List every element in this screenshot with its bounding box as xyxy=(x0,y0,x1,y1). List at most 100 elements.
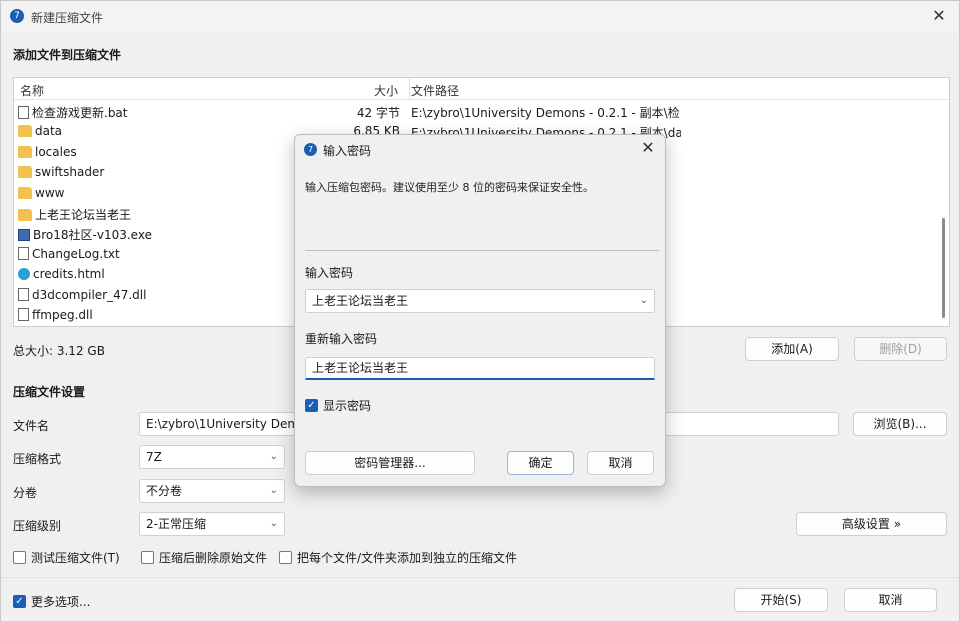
checkmark-icon: ✓ xyxy=(305,399,318,412)
folder-icon xyxy=(18,145,32,158)
reenter-label: 重新输入密码 xyxy=(305,332,378,346)
file-name: 检查游戏更新.bat xyxy=(18,104,128,121)
level-value: 2-正常压缩 xyxy=(146,517,206,531)
password-combo[interactable]: 上老王论坛当老王 ⌄ xyxy=(305,289,655,313)
dialog-title: 输入密码 xyxy=(323,144,372,158)
password-value: 上老王论坛当老王 xyxy=(312,294,409,308)
split-select[interactable]: 不分卷 ⌄ xyxy=(139,479,285,503)
column-size[interactable]: 大小 xyxy=(374,82,398,99)
separate-archives-label: 把每个文件/文件夹添加到独立的压缩文件 xyxy=(297,551,518,565)
column-path[interactable]: 文件路径 xyxy=(411,82,459,99)
dialog-description: 输入压缩包密码。建议使用至少 8 位的密码来保证安全性。 xyxy=(305,181,594,194)
delete-source-checkbox[interactable]: 压缩后删除原始文件 xyxy=(141,549,267,566)
file-name-text: 检查游戏更新.bat xyxy=(32,106,128,120)
divider xyxy=(305,250,659,251)
close-icon[interactable]: ✕ xyxy=(639,138,657,157)
test-archive-checkbox[interactable]: 测试压缩文件(T) xyxy=(13,549,120,566)
delete-source-label: 压缩后删除原始文件 xyxy=(159,551,268,565)
ok-button[interactable]: 确定 xyxy=(507,451,574,475)
folder-icon xyxy=(18,166,32,179)
split-value: 不分卷 xyxy=(146,484,183,498)
cancel-button[interactable]: 取消 xyxy=(844,588,937,612)
filename-label: 文件名 xyxy=(13,419,50,433)
file-icon xyxy=(18,308,29,321)
checkbox-icon xyxy=(13,551,26,564)
test-archive-label: 测试压缩文件(T) xyxy=(31,551,120,565)
chevron-down-icon: ⌄ xyxy=(269,451,278,462)
more-options-checkbox[interactable]: ✓ 更多选项... xyxy=(13,593,90,610)
file-name: swiftshader xyxy=(18,165,104,179)
file-name-text: ffmpeg.dll xyxy=(32,308,93,322)
file-icon xyxy=(18,106,29,119)
file-name-text: swiftshader xyxy=(35,165,105,180)
password-label: 输入密码 xyxy=(305,266,354,280)
folder-icon xyxy=(18,209,32,221)
app-logo-icon: 7 xyxy=(10,9,24,23)
exe-icon xyxy=(18,229,30,242)
file-size: 42 字节 xyxy=(356,106,400,120)
delete-button[interactable]: 删除(D) xyxy=(854,337,947,361)
format-select[interactable]: 7Z ⌄ xyxy=(139,445,285,469)
more-options-label: 更多选项... xyxy=(31,595,91,609)
checkmark-icon: ✓ xyxy=(13,595,26,608)
file-name: d3dcompiler_47.dll xyxy=(18,287,147,302)
reenter-password-input[interactable]: 上老王论坛当老王 xyxy=(305,357,655,380)
settings-title: 压缩文件设置 xyxy=(13,385,86,399)
file-icon xyxy=(18,287,29,301)
file-name: 上老王论坛当老王 xyxy=(18,206,131,223)
vertical-scrollbar[interactable] xyxy=(942,218,945,318)
file-name-text: 上老王论坛当老王 xyxy=(35,208,132,222)
checkbox-icon xyxy=(141,551,154,564)
column-separator xyxy=(409,78,410,100)
app-logo-icon: 7 xyxy=(304,143,317,156)
window-title: 新建压缩文件 xyxy=(31,11,104,25)
file-name: credits.html xyxy=(18,267,105,281)
file-name: ffmpeg.dll xyxy=(18,308,93,322)
dialog-title-bar: 7 输入密码 ✕ xyxy=(295,135,665,163)
bottom-bar: ✓ 更多选项... 开始(S) 取消 xyxy=(1,577,959,621)
add-button[interactable]: 添加(A) xyxy=(745,337,839,361)
split-label: 分卷 xyxy=(13,486,38,500)
dialog-cancel-button[interactable]: 取消 xyxy=(587,451,654,475)
file-name-text: d3dcompiler_47.dll xyxy=(32,287,147,302)
advanced-settings-button[interactable]: 高级设置 » xyxy=(796,512,947,536)
file-name-text: ChangeLog.txt xyxy=(32,246,120,261)
file-name: Bro18社区-v103.exe xyxy=(18,226,152,243)
file-name-text: www xyxy=(35,185,65,200)
file-name-text: Bro18社区-v103.exe xyxy=(33,228,152,243)
folder-icon xyxy=(18,125,32,138)
file-name: data xyxy=(18,124,62,138)
level-select[interactable]: 2-正常压缩 ⌄ xyxy=(139,512,285,536)
close-icon[interactable]: ✕ xyxy=(929,6,949,25)
password-dialog: 7 输入密码 ✕ 输入压缩包密码。建议使用至少 8 位的密码来保证安全性。 输入… xyxy=(294,134,666,487)
chevron-down-icon: ⌄ xyxy=(269,485,278,496)
title-bar: 7 新建压缩文件 ✕ xyxy=(1,1,959,33)
checkbox-icon xyxy=(279,551,292,564)
file-name-text: credits.html xyxy=(33,267,105,282)
file-list-header: 名称 大小 文件路径 xyxy=(14,78,949,100)
password-manager-button[interactable]: 密码管理器... xyxy=(305,451,475,475)
file-name-text: locales xyxy=(35,144,77,159)
table-row[interactable]: 检查游戏更新.bat 42 字节 E:\zybro\1University Demo… xyxy=(14,101,949,121)
file-name: www xyxy=(18,186,64,200)
file-name-text: data xyxy=(35,124,63,139)
browse-button[interactable]: 浏览(B)... xyxy=(853,412,947,436)
chevron-down-icon[interactable]: ⌄ xyxy=(640,290,648,312)
file-name: ChangeLog.txt xyxy=(18,246,120,261)
files-section-title: 添加文件到压缩文件 xyxy=(13,48,122,62)
file-name: locales xyxy=(18,145,77,159)
file-path: E:\zybro\1University Demons - 0.2.1 - 副本… xyxy=(411,106,681,120)
total-size: 总大小: 3.12 GB xyxy=(13,344,105,358)
show-password-checkbox[interactable]: ✓ 显示密码 xyxy=(305,397,371,414)
separate-archives-checkbox[interactable]: 把每个文件/文件夹添加到独立的压缩文件 xyxy=(279,549,517,566)
web-icon xyxy=(18,268,30,281)
format-value: 7Z xyxy=(146,450,162,464)
column-name[interactable]: 名称 xyxy=(20,82,44,99)
start-button[interactable]: 开始(S) xyxy=(734,588,828,612)
chevron-down-icon: ⌄ xyxy=(269,518,278,529)
format-label: 压缩格式 xyxy=(13,452,62,466)
level-label: 压缩级别 xyxy=(13,519,62,533)
show-password-label: 显示密码 xyxy=(323,399,372,413)
file-icon xyxy=(18,246,29,260)
folder-icon xyxy=(18,186,32,199)
